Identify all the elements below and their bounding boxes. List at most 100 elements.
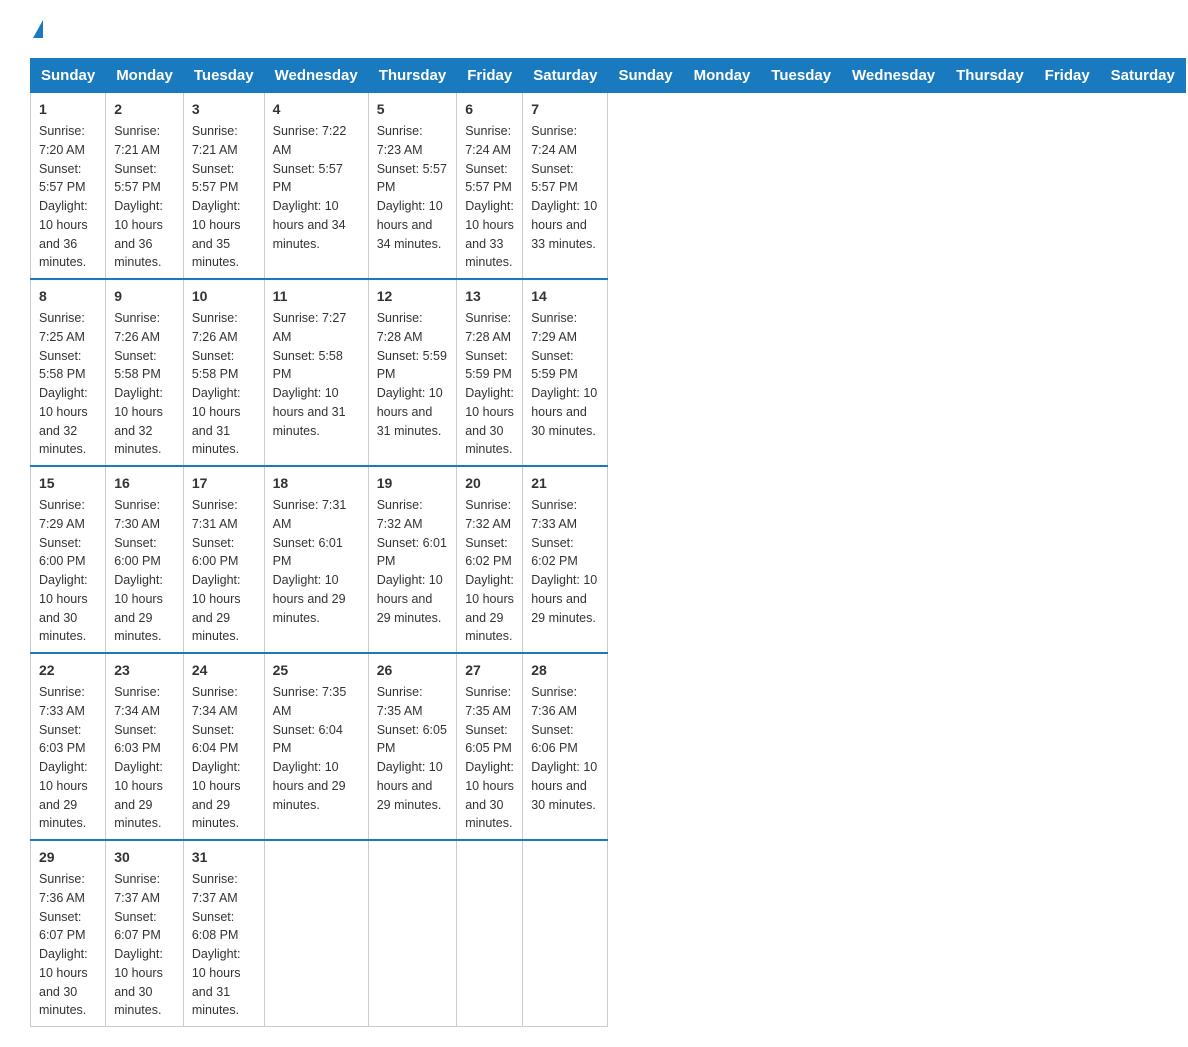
calendar-cell: 16 Sunrise: 7:30 AM Sunset: 6:00 PM Dayligh…	[106, 466, 184, 653]
sunrise-label: Sunrise: 7:37 AM	[192, 872, 238, 905]
logo	[30, 20, 43, 38]
sunrise-label: Sunrise: 7:30 AM	[114, 498, 160, 531]
calendar-cell: 2Sunrise: 7:21 AMSunset: 5:57 PMDaylight…	[106, 93, 184, 280]
sunset-label: Sunset: 5:59 PM	[377, 349, 447, 382]
sunrise-label: Sunrise: 7:24 AM	[465, 124, 511, 157]
daylight-label: Daylight: 10 hours and 29 minutes.	[114, 573, 163, 643]
sunset-label: Sunset: 6:02 PM	[465, 536, 512, 569]
col-header-monday: Monday	[683, 59, 761, 93]
day-number: 14	[531, 286, 599, 307]
calendar-cell: 31Sunrise: 7:37 AMSunset: 6:08 PMDayligh…	[183, 840, 264, 1027]
calendar-cell: 25Sunrise: 7:35 AMSunset: 6:04 PMDayligh…	[264, 653, 368, 840]
day-number: 9	[114, 286, 175, 307]
day-number: 6	[465, 99, 514, 120]
sunset-label: Sunset: 5:58 PM	[114, 349, 161, 382]
day-number: 10	[192, 286, 256, 307]
week-row-2: 8Sunrise: 7:25 AMSunset: 5:58 PMDaylight…	[31, 279, 1186, 466]
sunrise-label: Sunrise: 7:28 AM	[465, 311, 511, 344]
calendar-cell: 26Sunrise: 7:35 AMSunset: 6:05 PMDayligh…	[368, 653, 457, 840]
sunset-label: Sunset: 6:04 PM	[192, 723, 239, 756]
sunset-label: Sunset: 6:00 PM	[39, 536, 86, 569]
sunrise-label: Sunrise: 7:33 AM	[39, 685, 85, 718]
calendar-cell: 18 Sunrise: 7:31 AM Sunset: 6:01 PM Dayligh…	[264, 466, 368, 653]
daylight-label: Daylight: 10 hours and 29 minutes.	[39, 760, 88, 830]
sunset-label: Sunset: 5:58 PM	[273, 349, 343, 382]
day-number: 7	[531, 99, 599, 120]
sunrise-label: Sunrise: 7:36 AM	[531, 685, 577, 718]
daylight-label: Daylight: 10 hours and 30 minutes.	[114, 947, 163, 1017]
day-number: 16	[114, 473, 175, 494]
daylight-label: Daylight: 10 hours and 30 minutes.	[39, 573, 88, 643]
sunrise-label: Sunrise: 7:26 AM	[192, 311, 238, 344]
page-header	[30, 20, 1158, 38]
daylight-label: Daylight: 10 hours and 32 minutes.	[39, 386, 88, 456]
sunset-label: Sunset: 5:57 PM	[273, 162, 343, 195]
day-number: 17	[192, 473, 256, 494]
daylight-label: Daylight: 10 hours and 29 minutes.	[192, 573, 241, 643]
day-number: 23	[114, 660, 175, 681]
sunset-label: Sunset: 6:01 PM	[273, 536, 343, 569]
sunrise-label: Sunrise: 7:34 AM	[192, 685, 238, 718]
calendar-cell: 21Sunrise: 7:33 AMSunset: 6:02 PMDayligh…	[523, 466, 608, 653]
calendar-cell: 5Sunrise: 7:23 AMSunset: 5:57 PMDaylight…	[368, 93, 457, 280]
week-row-5: 29Sunrise: 7:36 AMSunset: 6:07 PMDayligh…	[31, 840, 1186, 1027]
calendar-cell: 17Sunrise: 7:31 AMSunset: 6:00 PMDayligh…	[183, 466, 264, 653]
day-number: 20	[465, 473, 514, 494]
sunset-label: Sunset: 5:57 PM	[531, 162, 578, 195]
day-number: 28	[531, 660, 599, 681]
calendar-cell: 15Sunrise: 7:29 AMSunset: 6:00 PMDayligh…	[31, 466, 106, 653]
sunset-label: Sunset: 6:00 PM	[114, 536, 161, 569]
daylight-label: Daylight: 10 hours and 30 minutes.	[531, 760, 597, 812]
sunrise-label: Sunrise: 7:31 AM	[192, 498, 238, 531]
calendar-cell: 30Sunrise: 7:37 AMSunset: 6:07 PMDayligh…	[106, 840, 184, 1027]
day-number: 15	[39, 473, 97, 494]
calendar-cell: 3Sunrise: 7:21 AMSunset: 5:57 PMDaylight…	[183, 93, 264, 280]
day-number: 29	[39, 847, 97, 868]
day-number: 18	[273, 473, 360, 494]
sunset-label: Sunset: 5:57 PM	[192, 162, 239, 195]
sunset-label: Sunset: 6:04 PM	[273, 723, 343, 756]
col-header-wednesday: Wednesday	[264, 59, 368, 93]
col-header-thursday: Thursday	[368, 59, 457, 93]
week-row-1: 1Sunrise: 7:20 AMSunset: 5:57 PMDaylight…	[31, 93, 1186, 280]
sunset-label: Sunset: 6:03 PM	[39, 723, 86, 756]
daylight-label: Daylight: 10 hours and 29 minutes.	[377, 760, 443, 812]
sunset-label: Sunset: 6:08 PM	[192, 910, 239, 943]
sunrise-label: Sunrise: 7:31 AM	[273, 498, 347, 531]
calendar-cell: 22Sunrise: 7:33 AMSunset: 6:03 PMDayligh…	[31, 653, 106, 840]
calendar-cell: 1Sunrise: 7:20 AMSunset: 5:57 PMDaylight…	[31, 93, 106, 280]
sunset-label: Sunset: 5:57 PM	[465, 162, 512, 195]
calendar-cell: 19Sunrise: 7:32 AMSunset: 6:01 PMDayligh…	[368, 466, 457, 653]
daylight-label: Daylight: 10 hours and 34 minutes.	[273, 199, 346, 251]
day-number: 12	[377, 286, 449, 307]
calendar-cell: 28Sunrise: 7:36 AMSunset: 6:06 PMDayligh…	[523, 653, 608, 840]
sunrise-label: Sunrise: 7:24 AM	[531, 124, 577, 157]
calendar-cell: 6 Sunrise: 7:24 AM Sunset: 5:57 PM Daylight…	[457, 93, 523, 280]
day-number: 31	[192, 847, 256, 868]
calendar-cell	[368, 840, 457, 1027]
calendar-cell: 23Sunrise: 7:34 AMSunset: 6:03 PMDayligh…	[106, 653, 184, 840]
calendar-cell: 14Sunrise: 7:29 AMSunset: 5:59 PMDayligh…	[523, 279, 608, 466]
day-number: 19	[377, 473, 449, 494]
daylight-label: Daylight: 10 hours and 29 minutes.	[273, 760, 346, 812]
calendar-cell: 4Sunrise: 7:22 AMSunset: 5:57 PMDaylight…	[264, 93, 368, 280]
week-row-3: 15Sunrise: 7:29 AMSunset: 6:00 PMDayligh…	[31, 466, 1186, 653]
calendar-cell: 11Sunrise: 7:27 AMSunset: 5:58 PMDayligh…	[264, 279, 368, 466]
sunrise-label: Sunrise: 7:29 AM	[531, 311, 577, 344]
col-header-saturday: Saturday	[523, 59, 608, 93]
calendar-cell: 12Sunrise: 7:28 AMSunset: 5:59 PMDayligh…	[368, 279, 457, 466]
sunrise-label: Sunrise: 7:33 AM	[531, 498, 577, 531]
calendar-cell: 8Sunrise: 7:25 AMSunset: 5:58 PMDaylight…	[31, 279, 106, 466]
daylight-label: Daylight: 10 hours and 33 minutes.	[465, 199, 514, 269]
day-number: 21	[531, 473, 599, 494]
daylight-label: Daylight: 10 hours and 30 minutes.	[39, 947, 88, 1017]
daylight-label: Daylight: 10 hours and 33 minutes.	[531, 199, 597, 251]
daylight-label: Daylight: 10 hours and 29 minutes.	[273, 573, 346, 625]
sunset-label: Sunset: 5:57 PM	[39, 162, 86, 195]
daylight-label: Daylight: 10 hours and 29 minutes.	[114, 760, 163, 830]
calendar-cell: 13Sunrise: 7:28 AMSunset: 5:59 PMDayligh…	[457, 279, 523, 466]
daylight-label: Daylight: 10 hours and 35 minutes.	[192, 199, 241, 269]
calendar-cell: 20Sunrise: 7:32 AMSunset: 6:02 PMDayligh…	[457, 466, 523, 653]
calendar-cell: 9Sunrise: 7:26 AMSunset: 5:58 PMDaylight…	[106, 279, 184, 466]
col-header-friday: Friday	[1034, 59, 1100, 93]
